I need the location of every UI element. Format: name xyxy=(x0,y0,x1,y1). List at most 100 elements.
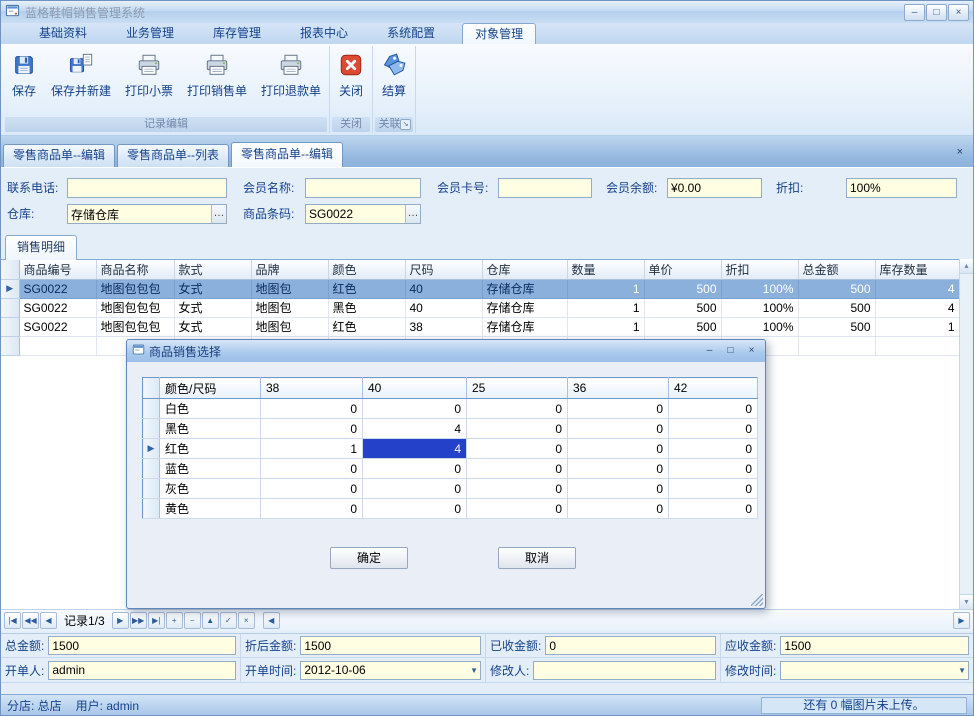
cell-selected[interactable]: 4 xyxy=(363,439,467,459)
cell[interactable]: 0 xyxy=(261,399,363,419)
cell[interactable]: 黑色 xyxy=(328,298,405,317)
cell[interactable]: 0 xyxy=(363,479,467,499)
nav-prev-button[interactable]: ◀ xyxy=(40,612,57,629)
column-header[interactable]: 40 xyxy=(363,378,467,399)
chevron-down-icon[interactable]: ▼ xyxy=(958,666,966,675)
cell[interactable]: 0 xyxy=(669,439,758,459)
save-and-new-button[interactable]: 保存并新建 xyxy=(44,46,118,117)
scroll-up-icon[interactable]: ▲ xyxy=(960,259,973,274)
cell[interactable]: 1 xyxy=(875,317,959,336)
modify-time-input[interactable] xyxy=(780,661,969,680)
close-document-button[interactable]: 关闭 xyxy=(331,46,371,117)
cell[interactable]: 地图包包包 xyxy=(96,317,174,336)
hscroll-right-button[interactable]: ▶ xyxy=(953,612,970,629)
cell[interactable]: 存储仓库 xyxy=(482,298,567,317)
print-sales-slip-button[interactable]: 打印销售单 xyxy=(180,46,254,117)
cell[interactable]: 500 xyxy=(798,317,875,336)
column-header[interactable]: 38 xyxy=(261,378,363,399)
cell[interactable]: 白色 xyxy=(160,399,261,419)
cell[interactable]: 0 xyxy=(568,399,669,419)
barcode-input[interactable] xyxy=(305,204,421,224)
warehouse-input[interactable] xyxy=(67,204,227,224)
column-header[interactable]: 颜色 xyxy=(328,260,405,279)
dialog-close-button[interactable]: × xyxy=(743,344,760,359)
cell[interactable]: 0 xyxy=(467,459,568,479)
cell[interactable]: 4 xyxy=(875,298,959,317)
create-time-input[interactable] xyxy=(300,661,481,680)
cell[interactable]: 0 xyxy=(568,419,669,439)
cell[interactable]: 500 xyxy=(644,317,721,336)
cell[interactable]: 0 xyxy=(261,419,363,439)
cell[interactable]: 0 xyxy=(669,499,758,519)
cell[interactable]: 红色 xyxy=(160,439,261,459)
cell[interactable]: 1 xyxy=(567,317,644,336)
cell[interactable]: 黄色 xyxy=(160,499,261,519)
cell[interactable]: 4 xyxy=(875,279,959,298)
table-row[interactable]: SG0022 地图包包包 女式 地图包 红色 38 存储仓库 1 500 100… xyxy=(1,317,959,336)
cell[interactable]: 0 xyxy=(261,459,363,479)
cell[interactable]: 0 xyxy=(669,459,758,479)
cell[interactable] xyxy=(875,336,959,355)
cell[interactable]: SG0022 xyxy=(19,317,96,336)
document-tab-close-icon[interactable]: × xyxy=(949,146,971,158)
cell[interactable]: 38 xyxy=(405,317,482,336)
nav-last-button[interactable]: ▶| xyxy=(148,612,165,629)
cell[interactable]: 0 xyxy=(467,399,568,419)
cell[interactable]: 存储仓库 xyxy=(482,317,567,336)
table-row-selected[interactable]: ▶ SG0022 地图包包包 女式 地图包 红色 40 存储仓库 1 500 1… xyxy=(1,279,959,298)
nav-cancel-button[interactable]: × xyxy=(238,612,255,629)
column-header[interactable]: 单价 xyxy=(644,260,721,279)
cell[interactable]: 500 xyxy=(644,279,721,298)
dialog-maximize-button[interactable]: □ xyxy=(722,344,739,359)
nav-insert-button[interactable]: + xyxy=(166,612,183,629)
cell[interactable]: 500 xyxy=(798,279,875,298)
dialog-launcher-icon[interactable]: ↘ xyxy=(400,119,411,130)
member-card-input[interactable] xyxy=(498,178,592,198)
receivable-amount-input[interactable] xyxy=(780,636,969,655)
minimize-button[interactable]: – xyxy=(904,4,925,21)
cell[interactable]: 0 xyxy=(669,479,758,499)
cell[interactable]: 0 xyxy=(568,499,669,519)
cell[interactable]: 灰色 xyxy=(160,479,261,499)
cell[interactable]: 100% xyxy=(721,298,798,317)
cell[interactable]: 40 xyxy=(405,279,482,298)
hscroll-left-button[interactable]: ◀ xyxy=(263,612,280,629)
print-receipt-button[interactable]: 打印小票 xyxy=(118,46,180,117)
doc-tab-retail-edit-1[interactable]: 零售商品单--编辑 xyxy=(3,144,115,167)
cell[interactable]: 女式 xyxy=(174,279,251,298)
cell[interactable]: SG0022 xyxy=(19,298,96,317)
cell[interactable]: 0 xyxy=(261,479,363,499)
cell[interactable]: 500 xyxy=(644,298,721,317)
cell[interactable]: 500 xyxy=(798,298,875,317)
table-row[interactable]: 白色 0 0 0 0 0 xyxy=(143,399,758,419)
close-button[interactable]: × xyxy=(948,4,969,21)
ribbon-tab-object-manage[interactable]: 对象管理 xyxy=(462,23,536,44)
scroll-down-icon[interactable]: ▼ xyxy=(960,594,973,609)
cell[interactable]: 0 xyxy=(568,479,669,499)
nav-prev-page-button[interactable]: ◀◀ xyxy=(22,612,39,629)
cell[interactable]: 0 xyxy=(669,399,758,419)
nav-first-button[interactable]: |◀ xyxy=(4,612,21,629)
discounted-amount-input[interactable] xyxy=(300,636,481,655)
cell[interactable]: 0 xyxy=(568,459,669,479)
cell[interactable]: 100% xyxy=(721,317,798,336)
creator-input[interactable] xyxy=(48,661,236,680)
column-header[interactable]: 商品名称 xyxy=(96,260,174,279)
cell[interactable]: 0 xyxy=(467,479,568,499)
print-refund-slip-button[interactable]: 打印退款单 xyxy=(254,46,328,117)
cell[interactable]: 蓝色 xyxy=(160,459,261,479)
column-header[interactable]: 颜色/尺码 xyxy=(160,378,261,399)
grid-vertical-scrollbar[interactable]: ▲ ▼ xyxy=(959,259,973,609)
barcode-browse-button[interactable]: … xyxy=(405,205,420,223)
cell[interactable]: 0 xyxy=(363,399,467,419)
cell[interactable]: 黑色 xyxy=(160,419,261,439)
tab-sales-detail[interactable]: 销售明细 xyxy=(5,235,77,260)
table-row[interactable]: SG0022 地图包包包 女式 地图包 黑色 40 存储仓库 1 500 100… xyxy=(1,298,959,317)
cell[interactable]: 女式 xyxy=(174,298,251,317)
total-amount-input[interactable] xyxy=(48,636,236,655)
cell[interactable]: 红色 xyxy=(328,317,405,336)
resize-grip[interactable] xyxy=(751,594,763,606)
title-bar[interactable]: 蓝格鞋帽销售管理系统 – □ × xyxy=(1,1,973,23)
cell[interactable]: 1 xyxy=(567,279,644,298)
cell[interactable]: 地图包 xyxy=(251,279,328,298)
